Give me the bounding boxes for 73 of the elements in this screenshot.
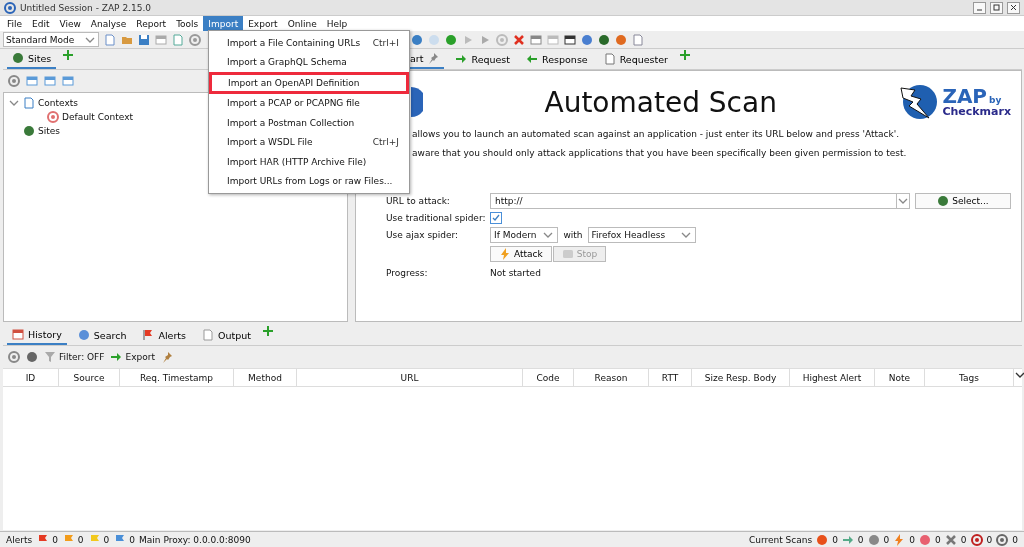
browser-dropdown[interactable]: Firefox Headless <box>587 227 696 243</box>
field-label: URL to attack: <box>386 196 451 206</box>
menu-item[interactable]: Import URLs from Logs or raw Files... <box>209 171 409 191</box>
field-label: Use traditional spider: <box>386 213 487 223</box>
column-header[interactable]: Method <box>234 369 297 386</box>
column-header[interactable]: Code <box>523 369 574 386</box>
menu-item[interactable]: View <box>54 16 86 31</box>
menu-item[interactable]: Export <box>243 16 283 31</box>
intro-text: aware that you should only attack applications that you have been specifically been given permission to test. <box>411 147 908 160</box>
menu-item[interactable]: Online <box>282 16 322 31</box>
tree-item[interactable]: Default Context <box>62 112 133 122</box>
logo-text: by <box>989 94 1002 105</box>
alert-count: 0 <box>129 534 136 545</box>
menu-item[interactable]: Tools <box>171 16 204 31</box>
column-header[interactable]: Tags <box>925 369 1014 386</box>
menu-item[interactable]: Edit <box>27 16 55 31</box>
menu-item[interactable]: Report <box>131 16 172 31</box>
menu-item[interactable]: Import a WSDL File Ctrl+J <box>209 132 409 152</box>
column-header[interactable]: Highest Alert <box>790 369 875 386</box>
scan-count: 0 <box>986 534 993 545</box>
scan-count: 0 <box>960 534 967 545</box>
status-label: Alerts <box>6 534 33 545</box>
tab[interactable]: Alerts <box>137 325 192 345</box>
column-header[interactable]: RTT <box>649 369 692 386</box>
tab[interactable]: Requester <box>598 49 674 69</box>
attack-button[interactable]: Attack <box>490 246 552 262</box>
tab[interactable]: History <box>7 325 67 345</box>
tree-item[interactable]: Contexts <box>38 98 78 108</box>
alert-count: 0 <box>52 534 58 545</box>
column-header[interactable]: ID <box>3 369 59 386</box>
tree-item[interactable]: Sites <box>38 126 60 136</box>
column-header[interactable]: Req. Timestamp <box>120 369 234 386</box>
field-label: Progress: <box>386 268 429 278</box>
scan-count: 0 <box>883 534 890 545</box>
column-header[interactable]: Source <box>59 369 120 386</box>
logo-text: ZAP <box>942 86 988 105</box>
scan-count: 0 <box>832 534 838 545</box>
logo-text: Checkmarx <box>942 104 1011 118</box>
column-header[interactable]: Note <box>875 369 925 386</box>
menu-item[interactable]: Import an OpenAPI Definition <box>209 72 409 94</box>
select-button[interactable]: Select... <box>915 193 1011 209</box>
tab[interactable]: Request <box>450 49 516 69</box>
mode-dropdown[interactable]: Standard Mode <box>3 32 99 47</box>
export-label[interactable]: Export <box>125 352 155 362</box>
ajax-dropdown[interactable]: If Modern <box>490 227 559 243</box>
status-label: Current Scans <box>748 534 813 545</box>
menu-item[interactable]: Import HAR (HTTP Archive File) <box>209 152 409 172</box>
field-label: with <box>563 230 583 240</box>
proxy-status: Main Proxy: 0.0.0.0:8090 <box>139 534 251 545</box>
scan-count: 0 <box>857 534 864 545</box>
column-header[interactable]: URL <box>297 369 523 386</box>
tab[interactable]: Search <box>72 325 132 345</box>
filter-label[interactable]: Filter: OFF <box>59 352 105 362</box>
scan-count: 0 <box>1012 534 1018 545</box>
alert-count: 0 <box>77 534 84 545</box>
tab[interactable]: Output <box>197 325 257 345</box>
alert-count: 0 <box>103 534 110 545</box>
progress-text: Not started <box>490 268 542 278</box>
window-title: Untitled Session - ZAP 2.15.0 <box>20 2 152 13</box>
field-label: Use ajax spider: <box>386 230 460 240</box>
menu-item[interactable]: Analyse <box>85 16 132 31</box>
scan-count: 0 <box>909 534 916 545</box>
tab[interactable]: Response <box>521 49 593 69</box>
page-title: Automated Scan <box>543 85 778 119</box>
menu-item[interactable]: Help <box>321 16 353 31</box>
column-header[interactable]: Reason <box>574 369 649 386</box>
menu-item[interactable]: Import a PCAP or PCAPNG file <box>209 93 409 113</box>
menu-item[interactable]: Import a Postman Collection <box>209 113 409 133</box>
menu-item[interactable]: File <box>2 16 28 31</box>
tab[interactable]: Sites <box>7 49 57 69</box>
scan-count: 0 <box>935 534 941 545</box>
url-field[interactable]: http:// <box>490 193 910 209</box>
column-header[interactable]: Size Resp. Body <box>692 369 790 386</box>
